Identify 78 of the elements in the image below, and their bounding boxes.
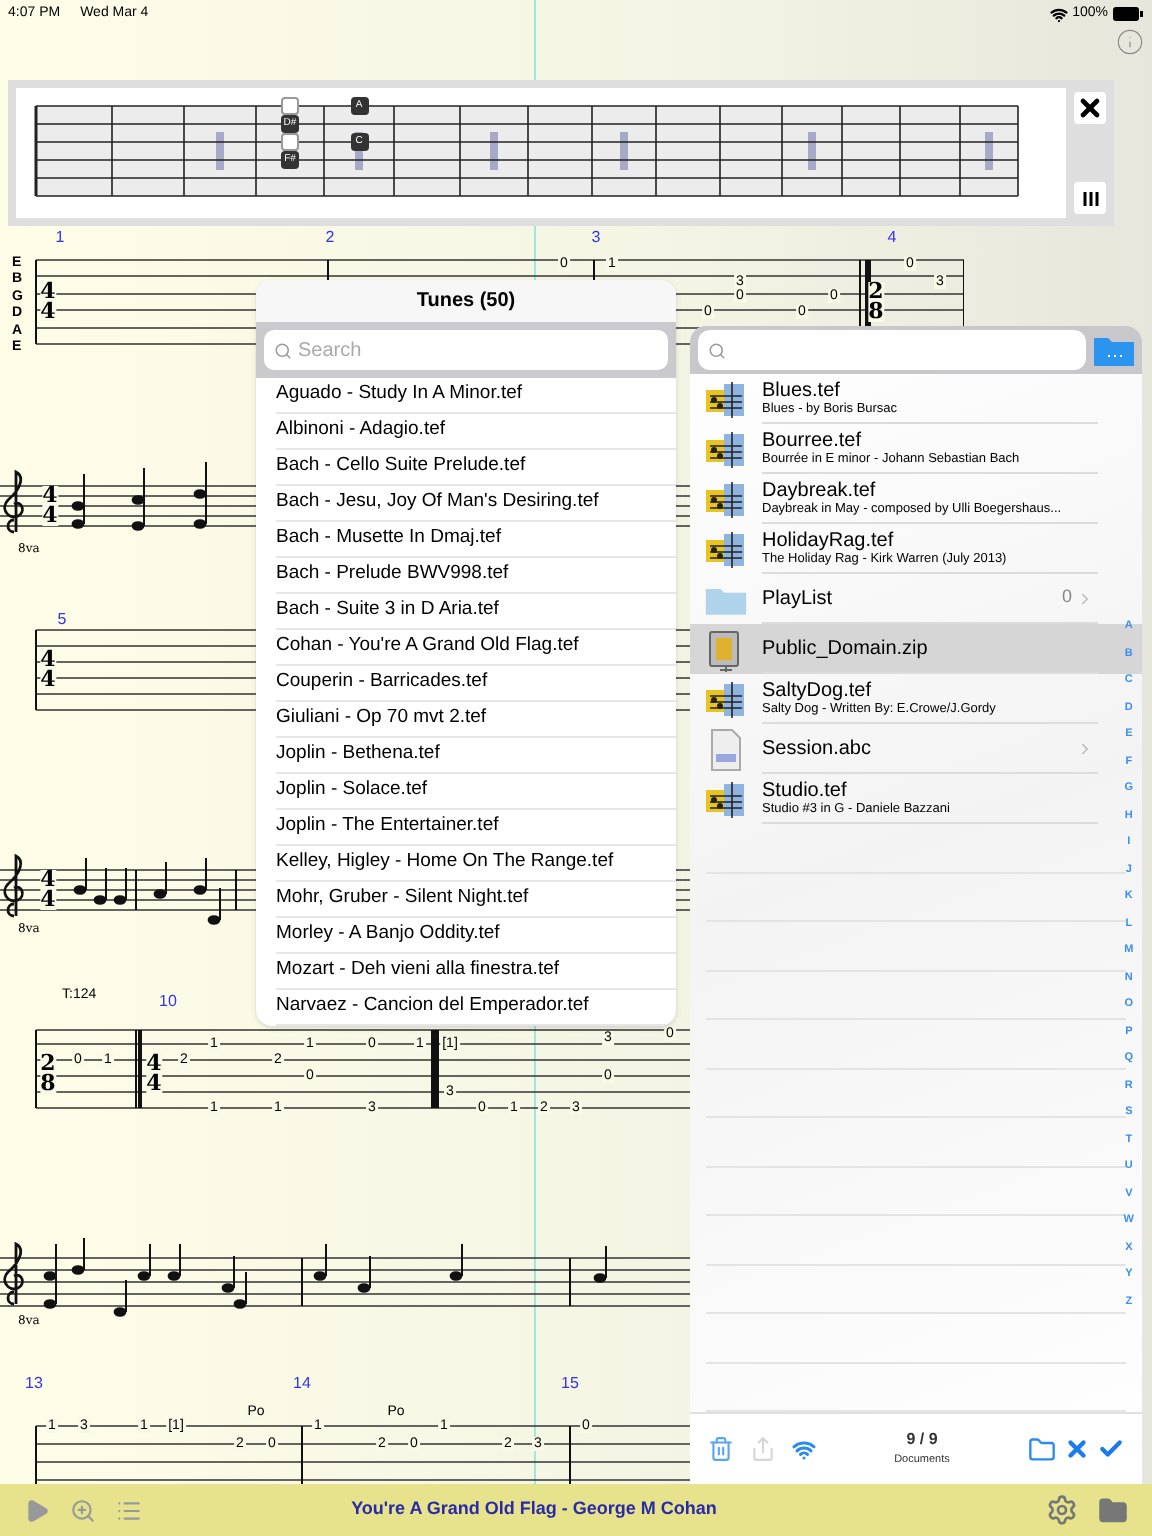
settings-icon[interactable] bbox=[1046, 1494, 1078, 1526]
file-name: Daybreak.tef bbox=[762, 479, 878, 501]
measure-number: 14 bbox=[293, 1376, 311, 1392]
tune-list-item[interactable]: Couperin - Barricades.tef bbox=[276, 666, 676, 702]
tune-list-item[interactable]: Mohr, Gruber - Silent Night.tef bbox=[276, 882, 676, 918]
cancel-icon[interactable] bbox=[1064, 1436, 1090, 1462]
tune-list-item[interactable]: Aguado - Study In A Minor.tef bbox=[276, 378, 676, 414]
measure-number: 13 bbox=[25, 1376, 43, 1392]
measure-number: 10 bbox=[159, 994, 177, 1010]
time-signature: 2 8 bbox=[868, 282, 884, 322]
tune-list-item[interactable]: Cohan - You're A Grand Old Flag.tef bbox=[276, 630, 676, 666]
tune-list-item[interactable]: Bach - Prelude BWV998.tef bbox=[276, 558, 676, 594]
wifi-icon bbox=[1050, 5, 1069, 23]
close-button[interactable] bbox=[1074, 92, 1106, 124]
file-name: Bourree.tef bbox=[762, 429, 863, 451]
search-icon bbox=[274, 341, 292, 359]
document-icon bbox=[708, 727, 744, 771]
file-search-field[interactable] bbox=[698, 330, 1086, 370]
file-name: Public_Domain.zip bbox=[762, 637, 930, 659]
tune-list-item[interactable]: Joplin - The Entertainer.tef bbox=[276, 810, 676, 846]
measure-number: 4 bbox=[887, 230, 897, 246]
chevron-icon bbox=[1076, 739, 1094, 757]
tablature-file-icon bbox=[704, 529, 748, 569]
document-count: 9 / 9 bbox=[906, 1428, 938, 1453]
fret-position-marker bbox=[281, 97, 299, 115]
tune-list-item[interactable]: Bach - Jesu, Joy Of Man's Desiring.tef bbox=[276, 486, 676, 522]
tablature-file-icon bbox=[704, 379, 748, 419]
fret-position-marker bbox=[281, 133, 299, 151]
folder-icon[interactable] bbox=[1098, 1495, 1128, 1525]
tune-list-item[interactable]: Bach - Musette In Dmaj.tef bbox=[276, 522, 676, 558]
search-field[interactable]: Search bbox=[264, 330, 668, 370]
chevron-icon bbox=[1076, 589, 1094, 607]
tune-list-item[interactable]: Bach - Suite 3 in D Aria.tef bbox=[276, 594, 676, 630]
tune-list-item[interactable]: Albinoni - Adagio.tef bbox=[276, 414, 676, 450]
play-icon[interactable] bbox=[24, 1497, 50, 1523]
tune-list-item[interactable]: Narvaez - Cancion del Emperador.tef bbox=[276, 990, 676, 1026]
tune-list-item[interactable]: Kelley, Higley - Home On The Range.tef bbox=[276, 846, 676, 882]
time-signature: 4 4 bbox=[42, 486, 58, 526]
bars-icon bbox=[1081, 189, 1099, 207]
time-signature: 4 4 bbox=[146, 1054, 162, 1094]
strings-button[interactable] bbox=[1074, 182, 1106, 214]
tune-list-item[interactable]: Joplin - Solace.tef bbox=[276, 774, 676, 810]
tune-list-item[interactable]: Morley - A Banjo Oddity.tef bbox=[276, 918, 676, 954]
tune-list-item[interactable]: Joplin - Bethena.tef bbox=[276, 738, 676, 774]
measure-number: 3 bbox=[591, 230, 601, 246]
folder-icon[interactable] bbox=[1094, 335, 1134, 365]
tablature-file-icon bbox=[704, 429, 748, 469]
folder-icon[interactable] bbox=[1028, 1435, 1056, 1463]
item-count: 0 bbox=[1061, 584, 1072, 611]
wifi-icon[interactable] bbox=[792, 1437, 816, 1461]
file-name: Session.abc bbox=[762, 737, 873, 759]
tune-title: You're A Grand Old Flag - George M Cohan bbox=[351, 1496, 717, 1523]
measure-number: 15 bbox=[561, 1376, 579, 1392]
file-name: Blues.tef bbox=[762, 379, 842, 401]
info-icon[interactable] bbox=[1116, 28, 1144, 56]
battery-icon bbox=[1112, 6, 1144, 22]
measure-number: 1 bbox=[55, 230, 65, 246]
time-signature: 4 4 bbox=[40, 870, 56, 910]
tune-list-item[interactable]: Mozart - Deh vieni alla finestra.tef bbox=[276, 954, 676, 990]
file-name: Studio.tef bbox=[762, 779, 849, 801]
time-signature: 2 8 bbox=[40, 1054, 56, 1094]
tablature-file-icon bbox=[704, 779, 748, 819]
measure-number: 5 bbox=[57, 612, 67, 628]
tablature-file-icon bbox=[704, 679, 748, 719]
trash-icon[interactable] bbox=[708, 1436, 734, 1462]
file-name: HolidayRag.tef bbox=[762, 529, 896, 551]
time-signature: 4 4 bbox=[40, 282, 56, 322]
popover-title: Tunes (50) bbox=[416, 288, 516, 316]
zoom-icon[interactable] bbox=[70, 1497, 96, 1523]
measure-number: 2 bbox=[325, 230, 335, 246]
search-icon bbox=[708, 341, 726, 359]
tablature-file-icon bbox=[704, 479, 748, 519]
tune-list-item[interactable]: Bach - Cello Suite Prelude.tef bbox=[276, 450, 676, 486]
file-name: PlayList bbox=[762, 587, 835, 609]
tune-list-item[interactable]: Giuliani - Op 70 mvt 2.tef bbox=[276, 702, 676, 738]
time-signature: 4 4 bbox=[40, 650, 56, 690]
confirm-icon[interactable] bbox=[1098, 1436, 1124, 1462]
file-name: SaltyDog.tef bbox=[762, 679, 873, 701]
